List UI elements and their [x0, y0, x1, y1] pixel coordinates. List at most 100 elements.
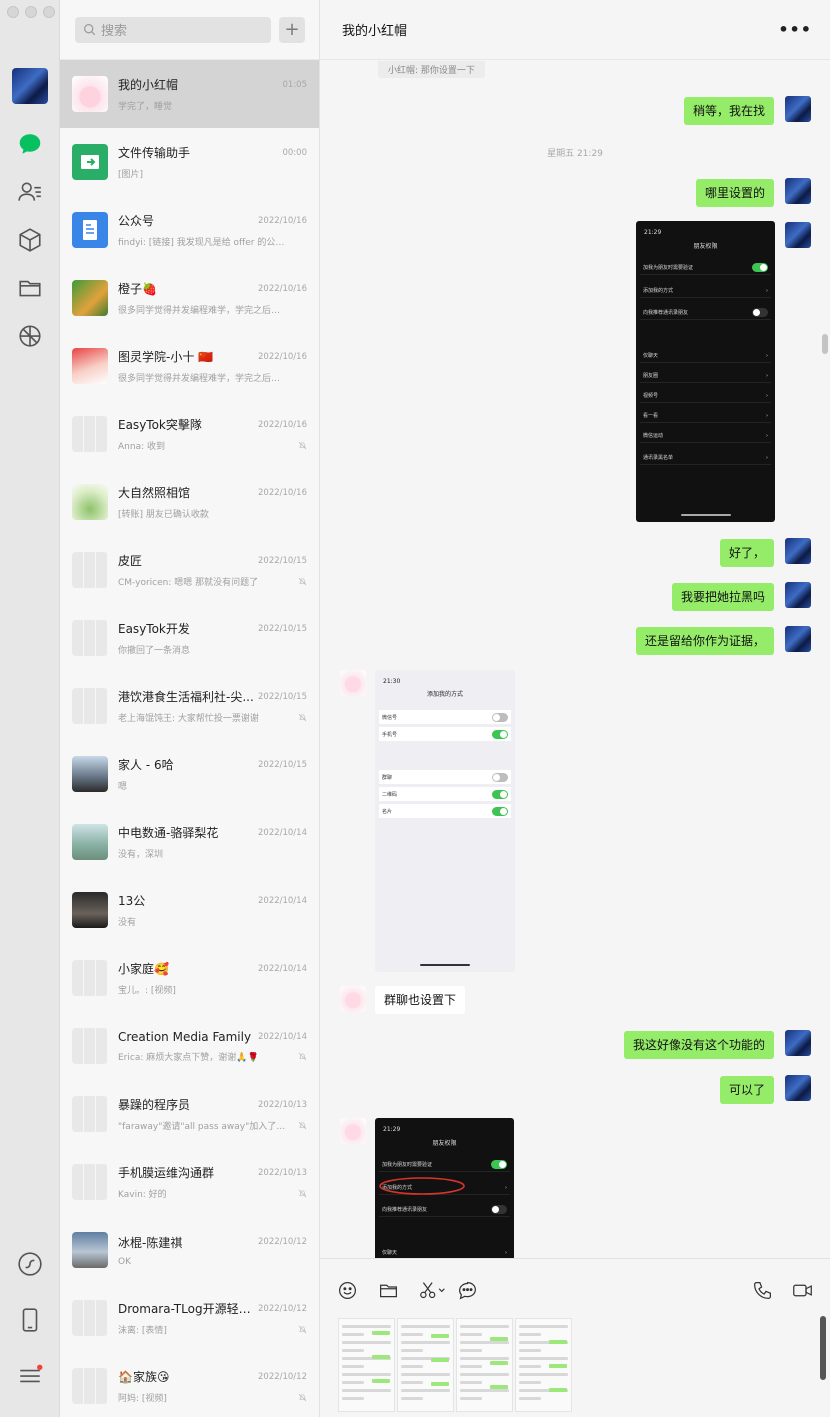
add-chat-button[interactable]: + — [279, 16, 305, 43]
screenshot-toggle — [492, 789, 508, 799]
conversation-item[interactable]: 橙子🍓 2022/10/16 很多同学觉得并发编程难学，学完之后工作... — [60, 264, 319, 332]
message-scrollbar[interactable] — [822, 334, 828, 354]
pasted-screenshot-thumb[interactable] — [456, 1318, 513, 1412]
send-file-icon[interactable] — [376, 1278, 400, 1302]
message-bubble[interactable]: 稍等，我在找 — [683, 97, 774, 125]
chevron-right-icon: › — [505, 1249, 507, 1256]
minimize-window-button[interactable] — [25, 6, 37, 18]
message-list[interactable]: 小红帽: 那你设置一下 稍等，我在找 星期五 21:29 哪里设置的 21:29… — [320, 61, 830, 1258]
conversation-item[interactable]: 图灵学院-小十 🇨🇳 2022/10/16 很多同学觉得并发编程难学，学完之后工作.… — [60, 332, 319, 400]
message-bubble[interactable]: 还是留给你作为证据， — [635, 627, 774, 655]
image-message-privacy-settings-annotated[interactable]: 21:29 朋友权限 加我为朋友时需要验证 添加我的方式 › 向我推荐通讯录朋友 仅聊天… — [375, 1118, 514, 1258]
favorites-icon[interactable] — [16, 226, 44, 254]
moments-icon[interactable] — [16, 322, 44, 350]
my-message-avatar[interactable] — [785, 1030, 811, 1056]
thumb-line — [401, 1381, 423, 1384]
close-window-button[interactable] — [7, 6, 19, 18]
thumb-line — [460, 1389, 509, 1392]
more-options-button[interactable]: ••• — [778, 20, 812, 39]
screenshot-title: 添加我的方式 — [426, 690, 463, 698]
conversation-item[interactable]: 大自然照相馆 2022/10/16 [转账] 朋友已确认收款 — [60, 468, 319, 536]
screenshot-toggle — [752, 263, 768, 272]
image-message-add-me-settings[interactable]: 21:30 添加我的方式 微信号 手机号 群聊 二维码 名片 — [375, 670, 515, 972]
input-scrollbar[interactable] — [820, 1316, 826, 1380]
screenshot-icon[interactable] — [416, 1278, 450, 1302]
mute-icon — [298, 1393, 307, 1402]
contact-message-avatar[interactable] — [340, 670, 366, 696]
my-message-avatar[interactable] — [785, 582, 811, 608]
conversation-body: 我的小红帽 01:05 学完了，睡觉 — [118, 76, 307, 112]
message-bubble[interactable]: 我这好像没有这个功能的 — [623, 1031, 774, 1059]
screenshot-setting-row: 加我为朋友时需要验证 — [379, 1158, 510, 1172]
conversation-item[interactable]: Creation Media Family 2022/10/14 Erica: 麻烦… — [60, 1012, 319, 1080]
screenshot-setting-row: 群聊 — [379, 770, 511, 784]
menu-icon[interactable] — [16, 1362, 44, 1390]
conversation-item[interactable]: 文件传输助手 00:00 [图片] — [60, 128, 319, 196]
conversation-time: 2022/10/15 — [258, 691, 307, 702]
conversation-item[interactable]: EasyTok开发 2022/10/15 你撤回了一条消息 — [60, 604, 319, 672]
thumb-line — [519, 1397, 541, 1400]
message-bubble[interactable]: 好了， — [719, 539, 774, 567]
chat-history-icon[interactable] — [455, 1278, 479, 1302]
conversation-item[interactable]: EasyTok突擊隊 2022/10/16 Anna: 收到 — [60, 400, 319, 468]
conversation-item[interactable]: 公众号 2022/10/16 findyi: [链接] 我发现凡是给 offer 的… — [60, 196, 319, 264]
screenshot-toggle — [492, 772, 508, 782]
conversation-footer: OK — [118, 1257, 307, 1267]
conversation-avatar — [72, 688, 108, 724]
message-bubble[interactable]: 我要把她拉黑吗 — [671, 583, 774, 611]
search-input[interactable]: 搜索 — [75, 16, 271, 43]
my-message-avatar[interactable] — [785, 96, 811, 122]
thumb-bubble — [549, 1388, 567, 1392]
conversation-item[interactable]: 中电数通-骆驿梨花 2022/10/14 没有，深圳 — [60, 808, 319, 876]
conversation-item[interactable]: 小家庭🥰 2022/10/14 宝儿。: [视频] — [60, 944, 319, 1012]
contact-message-avatar[interactable] — [340, 986, 366, 1012]
my-message-avatar[interactable] — [785, 626, 811, 652]
folder-icon[interactable] — [16, 274, 44, 302]
conversation-item[interactable]: 🏠家族😘 2022/10/12 阿妈: [视频] — [60, 1352, 319, 1417]
conversation-item[interactable]: 皮匠 2022/10/15 CM-yoricen: 嗯嗯 那就没有问题了 — [60, 536, 319, 604]
conversation-item[interactable]: 我的小红帽 01:05 学完了，睡觉 — [60, 60, 319, 128]
thumb-line — [401, 1389, 450, 1392]
pasted-screenshots[interactable] — [338, 1318, 572, 1412]
conversation-name: 中电数通-骆驿梨花 — [118, 826, 219, 840]
search-placeholder: 搜索 — [101, 24, 128, 39]
my-avatar[interactable] — [12, 68, 48, 104]
conversation-preview: 学完了，睡觉 — [118, 102, 173, 112]
contact-message-avatar[interactable] — [340, 1118, 366, 1144]
voice-call-icon[interactable] — [750, 1278, 774, 1302]
conversation-preview: 嗯 — [118, 782, 128, 792]
conversation-item[interactable]: Dromara-TLog开源轻量... 2022/10/12 沫离: [表情] — [60, 1284, 319, 1352]
emoji-icon[interactable] — [335, 1278, 359, 1302]
screenshot-setting-row: 微信运动 › — [640, 429, 771, 443]
my-message-avatar[interactable] — [785, 1075, 811, 1101]
my-message-avatar[interactable] — [785, 222, 811, 248]
conversation-item[interactable]: 港饮港食生活福利社-尖... 2022/10/15 老上海馄饨王: 大家帮忙投一票谢… — [60, 672, 319, 740]
conversation-item[interactable]: 手机膜运维沟通群 2022/10/13 Kavin: 好的 — [60, 1148, 319, 1216]
thumb-line — [342, 1381, 364, 1384]
conversation-item[interactable]: 暴躁的程序员 2022/10/13 "faraway"邀请"all pass awa… — [60, 1080, 319, 1148]
my-message-avatar[interactable] — [785, 538, 811, 564]
video-call-icon[interactable] — [790, 1278, 814, 1302]
chevron-right-icon: › — [766, 454, 768, 461]
message-bubble[interactable]: 群聊也设置下 — [375, 986, 466, 1014]
chat-icon[interactable] — [16, 130, 44, 158]
my-message-avatar[interactable] — [785, 178, 811, 204]
zoom-window-button[interactable] — [43, 6, 55, 18]
screenshot-title: 朋友权限 — [432, 1139, 457, 1147]
conversation-item[interactable]: 冰棍-陈建祺 2022/10/12 OK — [60, 1216, 319, 1284]
pasted-screenshot-thumb[interactable] — [397, 1318, 454, 1412]
search-icon — [84, 24, 96, 36]
contacts-icon[interactable] — [16, 178, 44, 206]
image-message-privacy-settings[interactable]: 21:29 朋友权限 加我为朋友时需要验证 添加我的方式 › 向我推荐通讯录朋友 仅聊天… — [636, 221, 775, 522]
conversation-item[interactable]: 13公 2022/10/14 没有 — [60, 876, 319, 944]
conversation-avatar — [72, 1096, 108, 1132]
mini-programs-icon[interactable] — [16, 1250, 44, 1278]
message-bubble[interactable]: 哪里设置的 — [695, 179, 774, 207]
pasted-screenshot-thumb[interactable] — [515, 1318, 572, 1412]
pasted-screenshot-thumb[interactable] — [338, 1318, 395, 1412]
message-bubble[interactable]: 可以了 — [719, 1076, 774, 1104]
phone-icon[interactable] — [16, 1306, 44, 1334]
thumb-line — [342, 1373, 391, 1376]
conversation-item[interactable]: 家人 - 6哈 2022/10/15 嗯 — [60, 740, 319, 808]
conversation-header: Dromara-TLog开源轻量... 2022/10/12 — [118, 1300, 307, 1317]
